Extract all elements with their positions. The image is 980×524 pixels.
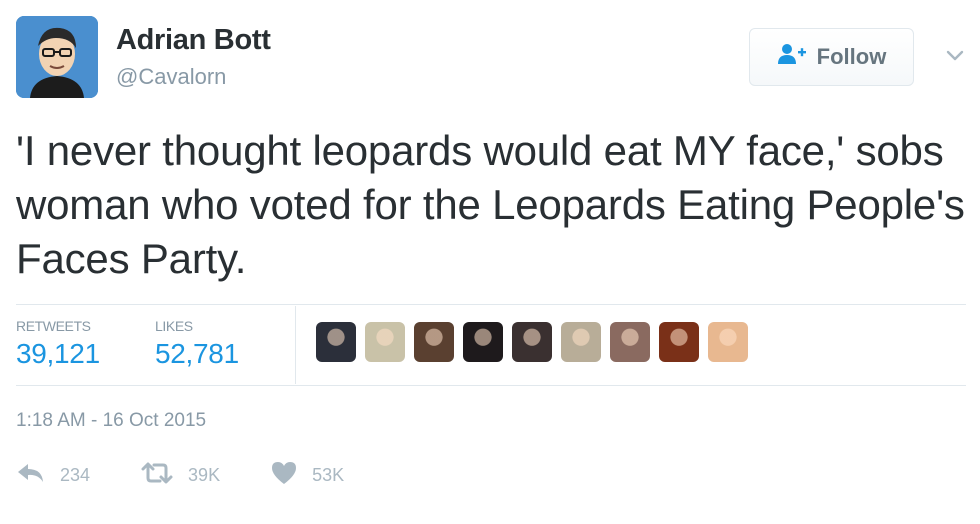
like-count: 53K [312, 465, 345, 485]
user-name[interactable]: Adrian Bott [116, 24, 271, 57]
likes-label: LIKES [155, 318, 193, 334]
retweets-count: 39,121 [16, 338, 100, 369]
heart-icon [270, 460, 298, 491]
liker-avatar[interactable] [414, 322, 454, 362]
chevron-down-icon[interactable] [944, 44, 966, 66]
liker-avatar[interactable] [708, 322, 748, 362]
liker-avatar[interactable] [512, 322, 552, 362]
tweet-timestamp[interactable]: 1:18 AM - 16 Oct 2015 [16, 410, 206, 432]
divider [16, 385, 966, 386]
likes-stat[interactable]: LIKES 52,781 [155, 318, 239, 370]
tweet-actions: 234 39K 53K [16, 460, 394, 491]
like-button[interactable]: 53K [270, 460, 344, 491]
follow-button[interactable]: Follow [749, 28, 914, 86]
divider [16, 304, 966, 305]
retweets-stat[interactable]: RETWEETS 39,121 [16, 318, 100, 370]
retweets-label: RETWEETS [16, 318, 91, 334]
avatar[interactable] [16, 16, 98, 98]
liker-avatar[interactable] [463, 322, 503, 362]
liker-avatar[interactable] [659, 322, 699, 362]
liker-avatars [316, 322, 748, 362]
retweet-button[interactable]: 39K [140, 461, 220, 490]
stats-separator [295, 306, 296, 384]
liker-avatar[interactable] [316, 322, 356, 362]
reply-count: 234 [60, 465, 91, 485]
add-user-icon [777, 43, 807, 71]
likes-count: 52,781 [155, 338, 239, 369]
reply-button[interactable]: 234 [16, 461, 90, 490]
retweet-count: 39K [188, 465, 221, 485]
liker-avatar[interactable] [561, 322, 601, 362]
liker-avatar[interactable] [610, 322, 650, 362]
tweet-text: 'I never thought leopards would eat MY f… [16, 127, 965, 282]
follow-button-label: Follow [816, 44, 887, 69]
user-handle[interactable]: @Cavalorn [116, 64, 226, 90]
liker-avatar[interactable] [365, 322, 405, 362]
retweet-icon [140, 461, 174, 490]
reply-icon [16, 461, 46, 490]
